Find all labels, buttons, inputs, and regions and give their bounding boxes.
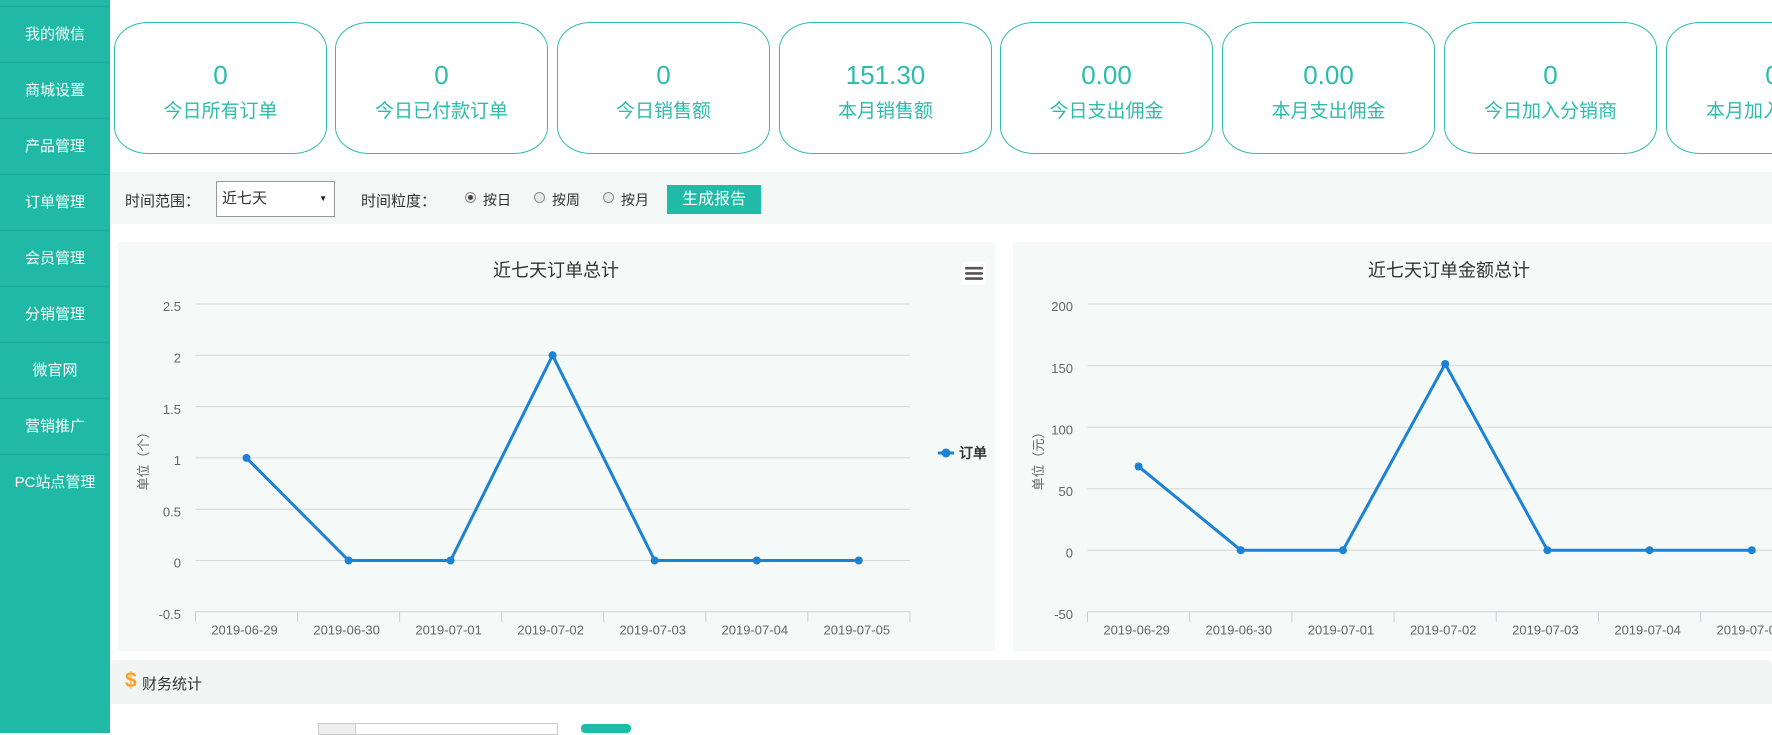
svg-text:近七天订单总计: 近七天订单总计 <box>493 261 619 281</box>
svg-text:近七天订单金额总计: 近七天订单金额总计 <box>1368 261 1530 281</box>
svg-text:-0.5: -0.5 <box>159 607 181 622</box>
svg-text:1.5: 1.5 <box>163 402 181 417</box>
svg-text:200: 200 <box>1051 299 1073 314</box>
svg-text:2019-07-02: 2019-07-02 <box>517 623 584 638</box>
svg-text:2019-07-04: 2019-07-04 <box>1614 623 1681 638</box>
svg-text:-50: -50 <box>1054 607 1073 622</box>
svg-text:2019-07-05: 2019-07-05 <box>824 623 891 638</box>
svg-text:2019-07-05: 2019-07-05 <box>1717 623 1772 638</box>
svg-text:2019-06-29: 2019-06-29 <box>211 623 278 638</box>
svg-text:150: 150 <box>1051 361 1073 376</box>
svg-text:2019-07-03: 2019-07-03 <box>1512 623 1579 638</box>
svg-text:2019-07-03: 2019-07-03 <box>619 623 686 638</box>
svg-text:50: 50 <box>1059 484 1073 499</box>
svg-text:2019-07-01: 2019-07-01 <box>415 623 482 638</box>
svg-text:2: 2 <box>174 351 181 366</box>
svg-text:0: 0 <box>1066 545 1073 560</box>
svg-text:0.5: 0.5 <box>163 504 181 519</box>
svg-text:2019-07-01: 2019-07-01 <box>1308 623 1375 638</box>
svg-text:2019-07-02: 2019-07-02 <box>1410 623 1477 638</box>
svg-text:单位（个）: 单位（个） <box>136 425 151 490</box>
svg-text:2019-07-04: 2019-07-04 <box>722 623 789 638</box>
svg-text:2019-06-29: 2019-06-29 <box>1103 623 1170 638</box>
svg-text:单位（元）: 单位（元） <box>1031 425 1046 490</box>
svg-text:0: 0 <box>174 556 181 571</box>
svg-text:100: 100 <box>1051 422 1073 437</box>
svg-text:2019-06-30: 2019-06-30 <box>313 623 380 638</box>
svg-text:2019-06-30: 2019-06-30 <box>1206 623 1273 638</box>
svg-text:2.5: 2.5 <box>163 299 181 314</box>
svg-text:订单: 订单 <box>959 445 987 461</box>
svg-text:1: 1 <box>174 453 181 468</box>
